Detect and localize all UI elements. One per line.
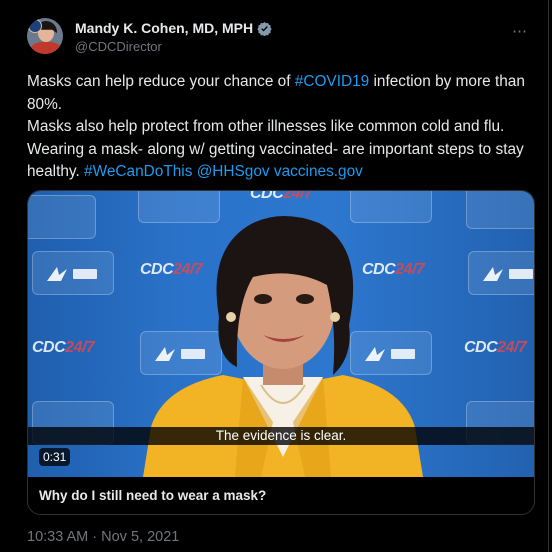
author-name[interactable]: Mandy K. Cohen, MD, MPH bbox=[75, 20, 253, 36]
247-logo-text: 24/7 bbox=[65, 339, 95, 356]
247-logo-text: 24/7 bbox=[497, 339, 527, 356]
tweet-timestamp[interactable]: 10:33 AM · Nov 5, 2021 bbox=[27, 529, 179, 545]
avatar[interactable] bbox=[27, 18, 63, 54]
author-handle[interactable]: @CDCDirector bbox=[75, 39, 162, 54]
cdc-logo-tile bbox=[28, 195, 96, 239]
cdc-logo-tile bbox=[468, 251, 534, 295]
vaccines-gov-link[interactable]: vaccines.gov bbox=[274, 163, 363, 180]
tweet-frame: Mandy K. Cohen, MD, MPH @CDCDirector ⋯ M… bbox=[0, 0, 549, 552]
hashtag-wecandothis-link[interactable]: #WeCanDoThis bbox=[84, 163, 192, 180]
video-duration-badge: 0:31 bbox=[39, 448, 71, 466]
mention-hhsgov-link[interactable]: @HHSgov bbox=[197, 163, 270, 180]
tweet-header: Mandy K. Cohen, MD, MPH @CDCDirector ⋯ bbox=[27, 16, 534, 60]
cdc-247-logo: CDC24/7 bbox=[464, 339, 527, 357]
tweet-text-segment: Masks can help reduce your chance of bbox=[27, 73, 295, 90]
video-player[interactable]: CDC24/7 CDC24/7 CDC24/7 CDC24/7 CDC24/7 bbox=[28, 191, 534, 477]
cdc-logo-text: CDC bbox=[464, 339, 498, 356]
verified-badge-icon bbox=[257, 21, 272, 36]
video-title[interactable]: Why do I still need to wear a mask? bbox=[28, 477, 534, 514]
video-card[interactable]: CDC24/7 CDC24/7 CDC24/7 CDC24/7 CDC24/7 bbox=[27, 190, 535, 515]
cdc-logo-text: CDC bbox=[32, 339, 66, 356]
cdc-247-logo: CDC24/7 bbox=[250, 191, 313, 203]
247-logo-text: 24/7 bbox=[283, 191, 313, 202]
cdc-247-logo: CDC24/7 bbox=[32, 339, 95, 357]
hashtag-covid19-link[interactable]: #COVID19 bbox=[295, 73, 369, 90]
author-name-line: Mandy K. Cohen, MD, MPH bbox=[75, 20, 272, 36]
video-caption: The evidence is clear. bbox=[28, 427, 534, 445]
cdc-logo-tile bbox=[32, 251, 114, 295]
tweet-paragraph-1: Masks can help reduce your chance of #CO… bbox=[27, 71, 533, 116]
hhs-seal-icon bbox=[28, 19, 42, 33]
hhs-eagle-icon bbox=[47, 267, 97, 281]
tweet-paragraph-2: Masks also help protect from other illne… bbox=[27, 118, 505, 135]
tweet-paragraph-3: Wearing a mask- along w/ getting vaccina… bbox=[27, 139, 533, 184]
tweet-text: Masks can help reduce your chance of #CO… bbox=[27, 71, 533, 184]
hhs-eagle-icon bbox=[483, 267, 533, 281]
more-options-icon[interactable]: ⋯ bbox=[512, 22, 528, 40]
cdc-logo-text: CDC bbox=[250, 191, 284, 202]
cdc-logo-tile bbox=[466, 191, 534, 229]
avatar-body bbox=[31, 42, 61, 54]
